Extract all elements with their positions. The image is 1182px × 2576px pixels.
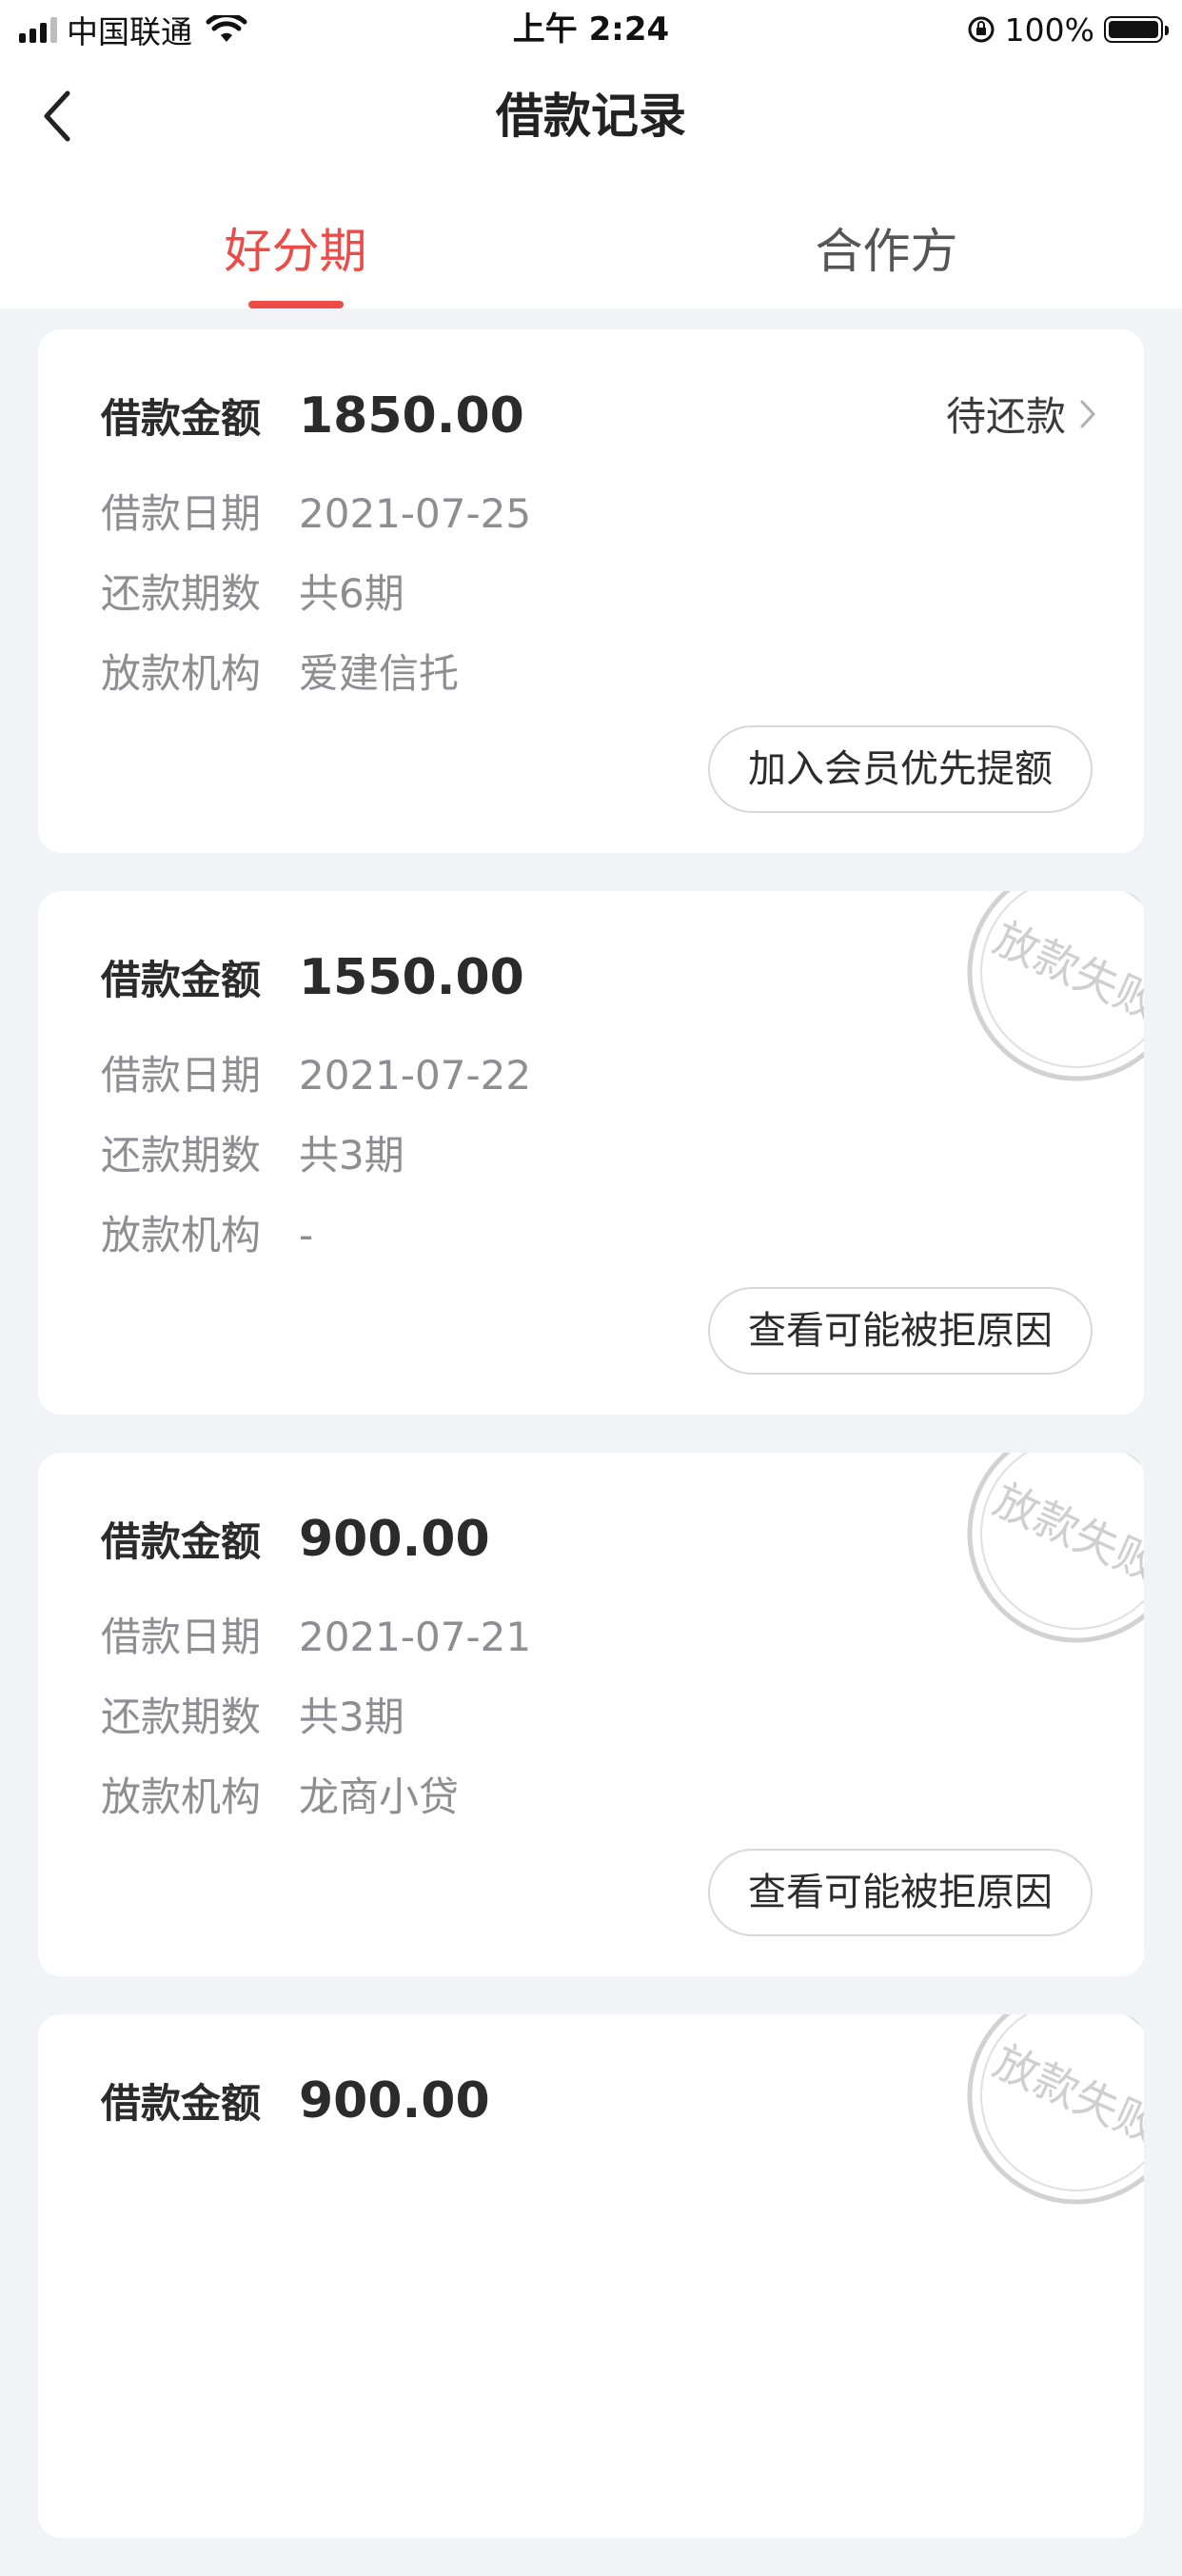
tab-label: 合作方 xyxy=(815,224,958,279)
amount-value: 1850.00 xyxy=(299,387,524,445)
lender-value: - xyxy=(299,1212,314,1258)
loan-failed-stamp: 放款失败 xyxy=(967,891,1144,1081)
periods-row: 还款期数 共3期 xyxy=(101,1123,404,1181)
status-text: 待还款 xyxy=(945,393,1066,440)
periods-value: 共6期 xyxy=(299,570,404,617)
lender-value: 龙商小贷 xyxy=(299,1773,460,1820)
amount-label: 借款金额 xyxy=(101,2080,262,2127)
amount-value: 900.00 xyxy=(299,2072,490,2130)
loan-record-card[interactable]: 放款失败 借款金额 900.00 xyxy=(38,2014,1144,2538)
amount-label: 借款金额 xyxy=(101,957,262,1003)
rotation-lock-icon xyxy=(968,16,995,43)
loan-record-list: 借款金额 1850.00 待还款 借款日期 2021-07-25 还款期数 共6… xyxy=(38,329,1144,2576)
amount-label: 借款金额 xyxy=(101,1518,262,1565)
date-row: 借款日期 2021-07-22 xyxy=(101,1043,531,1101)
status-right: 100% xyxy=(967,8,1169,51)
lender-label: 放款机构 xyxy=(101,1773,262,1820)
lender-row: 放款机构 - xyxy=(101,1203,313,1261)
amount-row: 借款金额 900.00 xyxy=(101,1510,490,1568)
lender-label: 放款机构 xyxy=(101,650,262,697)
date-value: 2021-07-25 xyxy=(299,490,532,537)
stamp-text: 放款失败 xyxy=(986,1474,1144,1592)
nav-bar: 借款记录 xyxy=(0,59,1182,173)
tab-partner[interactable]: 合作方 xyxy=(591,173,1182,308)
date-row: 借款日期 2021-07-25 xyxy=(101,482,531,540)
date-row: 借款日期 2021-07-21 xyxy=(101,1605,531,1663)
page-title: 借款记录 xyxy=(496,89,686,144)
periods-label: 还款期数 xyxy=(101,1132,262,1179)
loan-record-card[interactable]: 放款失败 借款金额 1550.00 借款日期 2021-07-22 还款期数 共… xyxy=(38,891,1144,1415)
lender-value: 爱建信托 xyxy=(299,650,460,697)
chevron-right-icon xyxy=(1080,400,1095,427)
lender-row: 放款机构 龙商小贷 xyxy=(101,1765,459,1823)
lender-label: 放款机构 xyxy=(101,1212,262,1258)
stamp-text: 放款失败 xyxy=(986,2035,1144,2153)
tab-haofenqi[interactable]: 好分期 xyxy=(0,173,591,308)
loan-failed-stamp: 放款失败 xyxy=(967,2014,1144,2205)
date-label: 借款日期 xyxy=(101,490,262,537)
join-membership-button[interactable]: 加入会员优先提额 xyxy=(708,725,1093,813)
amount-row: 借款金额 900.00 xyxy=(101,2071,490,2130)
tab-indicator xyxy=(247,301,344,308)
amount-value: 900.00 xyxy=(299,1511,490,1568)
date-label: 借款日期 xyxy=(101,1614,262,1660)
periods-label: 还款期数 xyxy=(101,1694,262,1740)
battery-icon xyxy=(1104,16,1169,43)
tab-bar: 好分期 合作方 xyxy=(0,173,1182,308)
tab-label: 好分期 xyxy=(224,224,367,279)
loan-failed-stamp: 放款失败 xyxy=(967,1453,1144,1643)
view-rejection-reason-button[interactable]: 查看可能被拒原因 xyxy=(708,1849,1093,1936)
loan-record-card[interactable]: 借款金额 1850.00 待还款 借款日期 2021-07-25 还款期数 共6… xyxy=(38,329,1144,853)
amount-row: 借款金额 1550.00 xyxy=(101,948,524,1006)
battery-percent: 100% xyxy=(1004,10,1094,49)
date-value: 2021-07-22 xyxy=(299,1052,532,1099)
view-rejection-reason-button[interactable]: 查看可能被拒原因 xyxy=(708,1287,1093,1375)
amount-value: 1550.00 xyxy=(299,949,524,1006)
date-value: 2021-07-21 xyxy=(299,1614,532,1660)
amount-row: 借款金额 1850.00 xyxy=(101,386,524,445)
periods-value: 共3期 xyxy=(299,1694,404,1740)
periods-label: 还款期数 xyxy=(101,570,262,617)
periods-row: 还款期数 共3期 xyxy=(101,1685,404,1743)
lender-row: 放款机构 爱建信托 xyxy=(101,642,459,700)
periods-row: 还款期数 共6期 xyxy=(101,562,404,620)
periods-value: 共3期 xyxy=(299,1132,404,1179)
loan-record-card[interactable]: 放款失败 借款金额 900.00 借款日期 2021-07-21 还款期数 共3… xyxy=(38,1453,1144,1976)
stamp-text: 放款失败 xyxy=(986,912,1144,1030)
date-label: 借款日期 xyxy=(101,1052,262,1099)
amount-label: 借款金额 xyxy=(101,395,262,442)
repayment-status-link[interactable]: 待还款 xyxy=(946,385,1096,443)
status-bar: 中国联通 上午 2:24 100% xyxy=(0,0,1182,59)
